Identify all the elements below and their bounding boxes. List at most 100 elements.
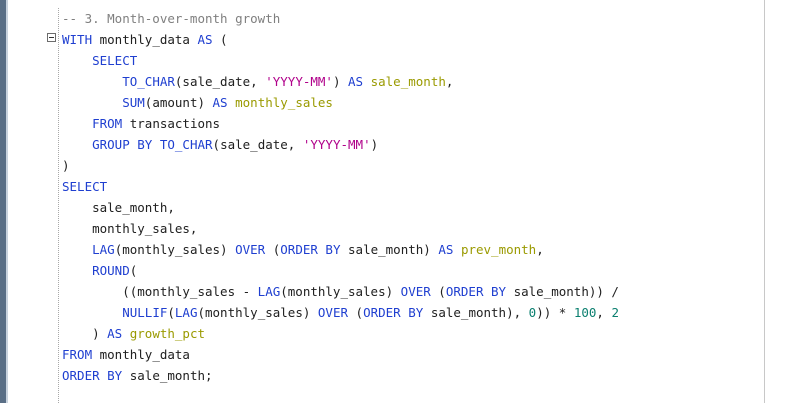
code-token: OVER — [400, 284, 431, 299]
code-token: SUM — [122, 95, 145, 110]
code-token: ( — [430, 284, 446, 299]
code-token: AS — [438, 242, 454, 257]
code-token: sale_month — [370, 74, 446, 89]
code-line[interactable]: TO_CHAR(sale_date, 'YYYY-MM') AS sale_mo… — [62, 71, 762, 92]
code-token: WITH — [62, 32, 93, 47]
code-token: OVER — [235, 242, 266, 257]
code-token: AS — [107, 326, 123, 341]
code-line[interactable]: SUM(amount) AS monthly_sales — [62, 92, 762, 113]
code-line[interactable]: LAG(monthly_sales) OVER (ORDER BY sale_m… — [62, 239, 762, 260]
code-token: , — [596, 305, 612, 320]
code-line[interactable]: ) — [62, 155, 762, 176]
code-line[interactable]: ROUND( — [62, 260, 762, 281]
code-token: ( — [129, 263, 138, 278]
editor-left-border-inner — [6, 0, 8, 403]
code-token: LAG — [174, 305, 198, 320]
code-token: -- 3. Month-over-month growth — [62, 11, 281, 26]
code-line[interactable]: FROM monthly_data — [62, 344, 762, 365]
code-token: 2 — [611, 305, 619, 320]
code-token: ( — [167, 305, 175, 320]
collapse-icon[interactable] — [47, 33, 56, 42]
code-token: ORDER BY — [280, 242, 341, 257]
code-line[interactable]: GROUP BY TO_CHAR(sale_date, 'YYYY-MM') — [62, 134, 762, 155]
code-area[interactable]: -- 3. Month-over-month growth WITH monthl… — [62, 8, 762, 386]
code-token: AS — [197, 32, 213, 47]
code-token: NULLIF — [122, 305, 168, 320]
code-line[interactable]: SELECT — [62, 176, 762, 197]
right-margin-rule — [764, 0, 765, 403]
code-token: ( — [348, 305, 364, 320]
code-token: (amount) — [144, 95, 213, 110]
code-token: ( — [265, 242, 281, 257]
code-token: (sale_date, — [212, 137, 303, 152]
code-token: monthly_data — [92, 32, 198, 47]
code-token: (monthly_sales) — [114, 242, 236, 257]
code-token: FROM — [62, 347, 93, 362]
code-token: ORDER BY — [62, 368, 123, 383]
code-line[interactable]: sale_month, — [62, 197, 762, 218]
code-token: ) — [332, 74, 349, 89]
code-token: ( — [212, 32, 228, 47]
code-line[interactable]: FROM transactions — [62, 113, 762, 134]
code-token: , — [445, 74, 454, 89]
code-token: OVER — [317, 305, 349, 320]
code-token: 'YYYY-MM' — [265, 74, 333, 89]
code-token: 'YYYY-MM' — [302, 137, 371, 152]
code-token: 100 — [573, 305, 597, 320]
code-line[interactable]: NULLIF(LAG(monthly_sales) OVER (ORDER BY… — [62, 302, 762, 323]
code-token: sale_month) — [340, 242, 439, 257]
code-token: SELECT — [62, 179, 108, 194]
code-token: ) — [62, 326, 108, 341]
code-token: ORDER BY — [363, 305, 424, 320]
code-token: (monthly_sales) — [197, 305, 318, 320]
code-token: sale_month)) / — [506, 284, 619, 299]
code-token: , — [536, 242, 544, 257]
code-token: (monthly_sales) — [280, 284, 401, 299]
code-token: AS — [348, 74, 364, 89]
code-token: ) — [370, 137, 379, 152]
code-token: monthly_sales, — [62, 221, 198, 236]
code-token: growth_pct — [129, 326, 206, 341]
code-line[interactable]: SELECT — [62, 50, 762, 71]
code-token: AS — [212, 95, 228, 110]
code-token: ORDER BY — [445, 284, 507, 299]
code-token: ROUND — [92, 263, 130, 278]
code-token: TO_CHAR — [122, 74, 175, 89]
code-token: transactions — [122, 116, 221, 131]
code-token: FROM — [92, 116, 123, 131]
code-token: sale_month, — [62, 200, 175, 215]
fold-guide-line — [58, 8, 59, 403]
code-token: (sale_date, — [174, 74, 266, 89]
code-line[interactable]: WITH monthly_data AS ( — [62, 29, 762, 50]
fold-gutter — [46, 0, 58, 403]
code-token: prev_month — [460, 242, 537, 257]
code-editor[interactable]: -- 3. Month-over-month growth WITH monthl… — [0, 0, 804, 403]
code-token: monthly_data — [92, 347, 190, 362]
code-token: monthly_sales — [235, 95, 333, 110]
code-token: LAG — [92, 242, 115, 257]
code-token: LAG — [257, 284, 281, 299]
code-line[interactable]: ) AS growth_pct — [62, 323, 762, 344]
code-line[interactable]: ((monthly_sales - LAG(monthly_sales) OVE… — [62, 281, 762, 302]
code-token: ) — [62, 158, 70, 173]
code-token: TO_CHAR — [159, 137, 213, 152]
code-line[interactable]: -- 3. Month-over-month growth — [62, 8, 762, 29]
code-token: SELECT — [92, 53, 138, 68]
code-line[interactable]: monthly_sales, — [62, 218, 762, 239]
code-token: )) * — [536, 305, 574, 320]
code-token: sale_month; — [122, 368, 213, 383]
code-line[interactable]: ORDER BY sale_month; — [62, 365, 762, 386]
